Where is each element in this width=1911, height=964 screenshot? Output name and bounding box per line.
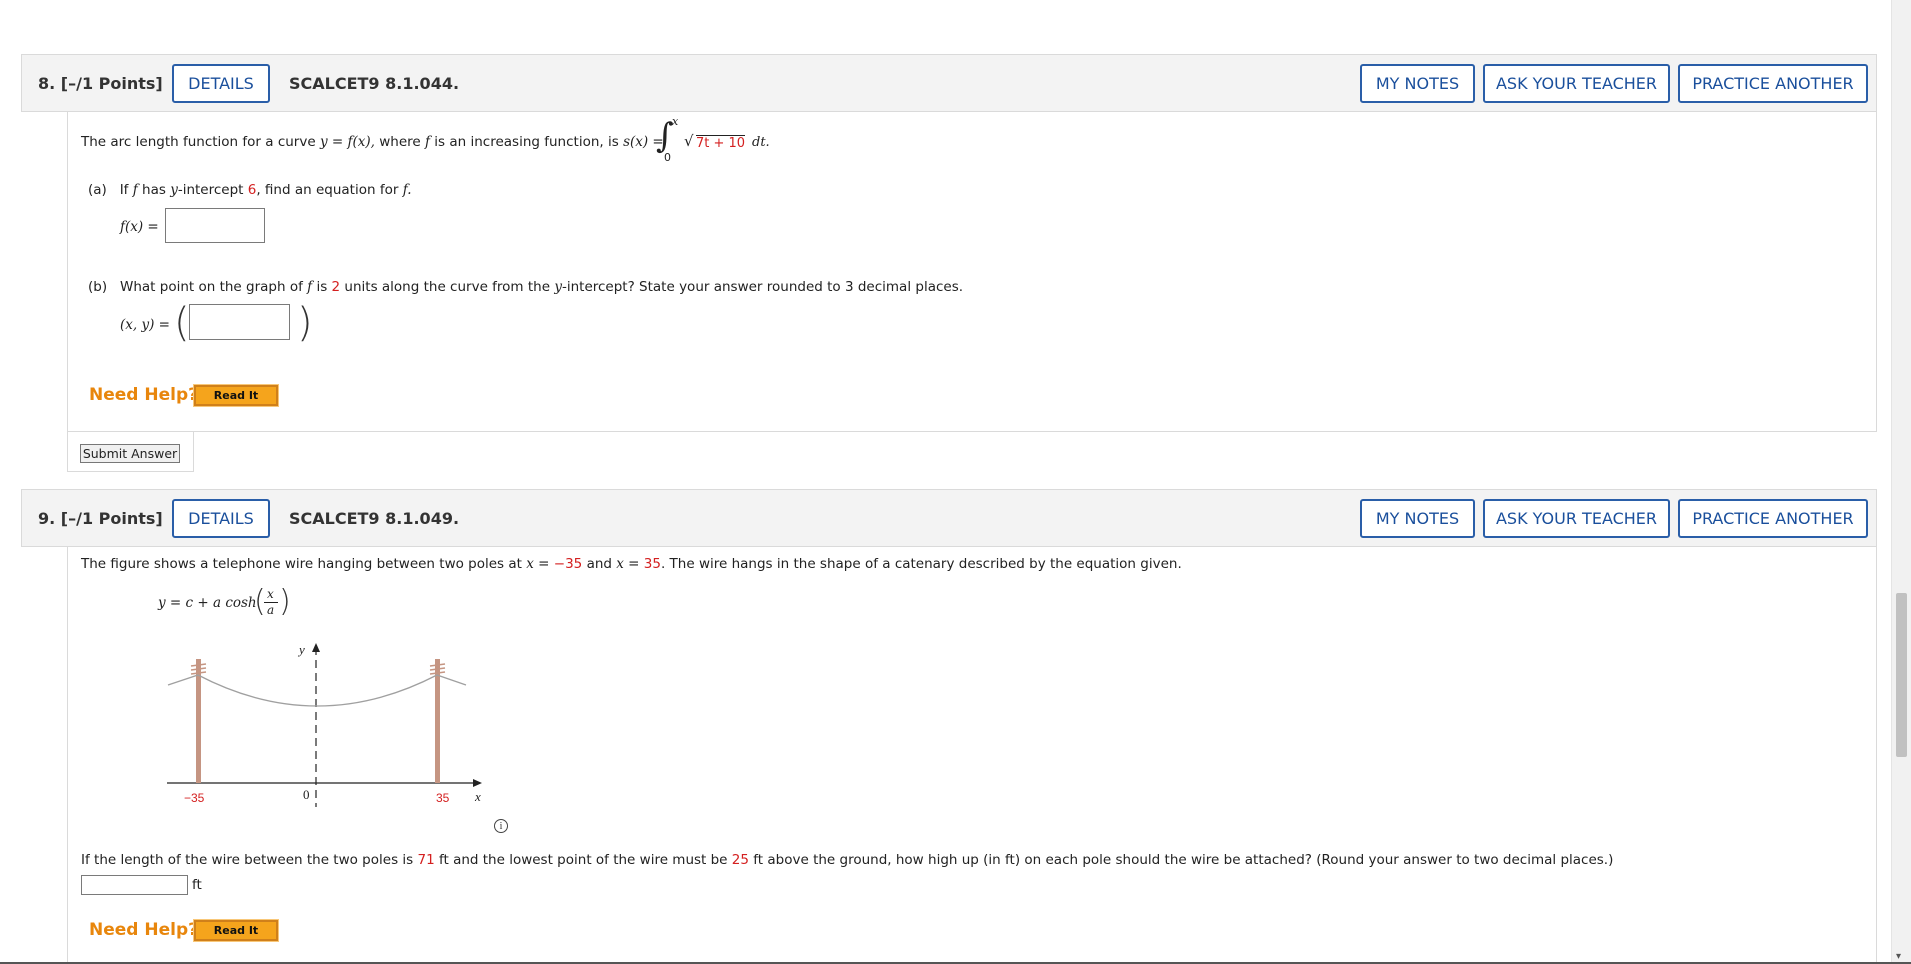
question-9-header: 9. [–/1 Points] DETAILS SCALCET9 8.1.049… [21, 489, 1877, 547]
need-help-label: Need Help? [89, 385, 198, 405]
prompt-function: f [307, 279, 313, 295]
question-8-body [67, 112, 1877, 432]
question-9-prompt: If the length of the wire between the tw… [81, 852, 1613, 868]
catenary-figure: −35 0 35 x y [167, 642, 482, 807]
intro-text: and [586, 556, 612, 572]
scrollbar-thumb[interactable] [1896, 593, 1907, 757]
question-8-header: 8. [–/1 Points] DETAILS SCALCET9 8.1.044… [21, 54, 1877, 112]
left-tick-label: −35 [184, 791, 205, 805]
right-pole-value: 35 [643, 556, 661, 572]
wire-length-value: 71 [417, 852, 435, 868]
left-pole [196, 659, 201, 783]
intro-text: is an increasing function, is [434, 134, 619, 150]
x-axis-label: x [474, 789, 481, 804]
fx-answer-input[interactable] [165, 208, 265, 243]
y-axis-label: y [297, 642, 305, 657]
prompt-text: -intercept? State your answer rounded to… [561, 279, 964, 295]
practice-another-button[interactable]: PRACTICE ANOTHER [1678, 499, 1868, 538]
prompt-text: What point on the graph of [119, 279, 303, 295]
x-variable: x = [526, 556, 554, 572]
assignment-page: 8. [–/1 Points] DETAILS SCALCET9 8.1.044… [0, 0, 1892, 964]
question-number: 9. [38, 509, 56, 528]
radicand: 7t + 10 [696, 135, 746, 151]
question-9-intro: The figure shows a telephone wire hangin… [81, 556, 1182, 572]
equation-lhs: y = c + a cosh [158, 595, 257, 611]
prompt-variable: y [170, 182, 178, 198]
intro-function: f [424, 134, 430, 150]
distance-value: 2 [331, 279, 341, 295]
integral-dt: dt. [752, 135, 770, 150]
details-button[interactable]: DETAILS [172, 499, 270, 538]
x-axis-arrow-icon [473, 779, 482, 787]
part-label: (a) [88, 182, 107, 198]
prompt-text: ft and the lowest point of the wire must… [438, 852, 728, 868]
right-parenthesis: ) [297, 300, 313, 346]
prompt-text: , find an equation for [256, 182, 399, 198]
unit-label: ft [192, 877, 202, 893]
prompt-text: has [142, 182, 166, 198]
submit-answer-button[interactable]: Submit Answer [80, 444, 180, 463]
left-parenthesis: ( [174, 300, 190, 346]
prompt-function: f [132, 182, 138, 198]
prompt-text: units along the curve from the [344, 279, 551, 295]
scrollbar-down-arrow-icon[interactable]: ▾ [1896, 952, 1901, 962]
question-points: [–/1 Points] [60, 509, 163, 528]
wire [167, 674, 467, 707]
fraction-numerator: x [267, 587, 274, 601]
details-button[interactable]: DETAILS [172, 64, 270, 103]
left-pole-crossbars [190, 663, 207, 675]
prompt-function: f. [402, 182, 412, 198]
ask-your-teacher-button[interactable]: ASK YOUR TEACHER [1483, 64, 1670, 103]
question-code: SCALCET9 8.1.049. [289, 509, 460, 528]
prompt-text: If [119, 182, 129, 198]
prompt-text: If the length of the wire between the tw… [81, 852, 414, 868]
info-icon[interactable]: i [494, 819, 508, 833]
y-axis-arrow-icon [312, 643, 320, 652]
question-code: SCALCET9 8.1.044. [289, 74, 460, 93]
fx-answer-label: f(x) = [120, 219, 159, 235]
need-help-label: Need Help? [89, 920, 198, 940]
intro-text: . The wire hangs in the shape of a caten… [660, 556, 1182, 572]
read-it-button[interactable]: Read It [193, 919, 279, 942]
integral-lower-limit: 0 [664, 151, 671, 164]
right-pole-crossbars [429, 663, 446, 675]
question-number: 8. [38, 74, 56, 93]
prompt-variable: y [554, 279, 562, 295]
height-answer-input[interactable] [81, 875, 188, 895]
my-notes-button[interactable]: MY NOTES [1360, 499, 1475, 538]
part-a-prompt: (a) If f has y-intercept 6, find an equa… [88, 182, 412, 198]
intro-equation: y = f(x), [319, 134, 375, 150]
lowest-point-value: 25 [731, 852, 749, 868]
question-8-intro: The arc length function for a curve y = … [81, 134, 664, 150]
left-pole-value: −35 [553, 556, 583, 572]
ask-your-teacher-button[interactable]: ASK YOUR TEACHER [1483, 499, 1670, 538]
prompt-text: ft above the ground, how high up (in ft)… [753, 852, 1614, 868]
origin-label: 0 [303, 787, 310, 802]
prompt-text: is [316, 279, 328, 295]
arc-length-integral: ∫ x 0 √ 7t + 10 dt. [656, 115, 776, 164]
intro-text: The figure shows a telephone wire hangin… [81, 556, 522, 572]
practice-another-button[interactable]: PRACTICE ANOTHER [1678, 64, 1868, 103]
fraction-denominator: a [267, 603, 275, 617]
question-points: [–/1 Points] [60, 74, 163, 93]
question-9-number: 9. [–/1 Points] [38, 509, 163, 528]
right-tick-label: 35 [436, 791, 450, 805]
x-variable: x = [616, 556, 644, 572]
part-label: (b) [88, 279, 108, 295]
prompt-text: -intercept [177, 182, 244, 198]
read-it-button[interactable]: Read It [193, 384, 279, 407]
integral-upper-limit: x [672, 115, 679, 128]
intro-text: where [379, 134, 421, 150]
intro-text: The arc length function for a curve [81, 134, 316, 150]
right-pole [435, 659, 440, 783]
radical-sign: √ [684, 132, 694, 150]
point-answer-input[interactable] [189, 304, 290, 340]
my-notes-button[interactable]: MY NOTES [1360, 64, 1475, 103]
part-b-prompt: (b) What point on the graph of f is 2 un… [88, 279, 963, 295]
catenary-equation: y = c + a cosh ( x a ) [158, 585, 298, 623]
point-answer-label: (x, y) = [120, 317, 170, 333]
vertical-scrollbar[interactable]: ▾ [1891, 0, 1911, 964]
question-8-number: 8. [–/1 Points] [38, 74, 163, 93]
equation-right-paren: ) [279, 584, 291, 619]
